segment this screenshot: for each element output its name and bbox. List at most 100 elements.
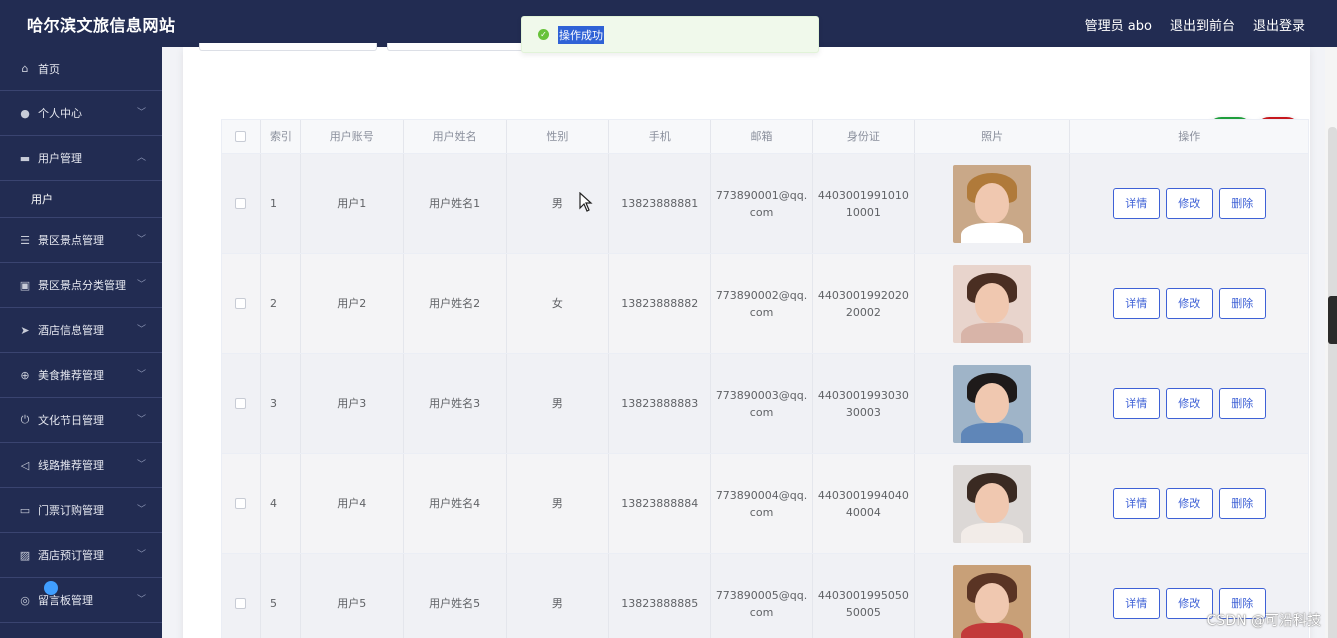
cell-phone: 13823888884 (609, 454, 712, 553)
cell-id-card: 440300199505050005 (813, 554, 915, 638)
sidebar-item-home[interactable]: ⌂ 首页 (0, 47, 162, 91)
row-checkbox-cell (222, 454, 261, 553)
detail-button[interactable]: 详情 (1112, 488, 1160, 519)
cell-index: 5 (261, 554, 301, 638)
delete-button[interactable]: 删除 (1218, 288, 1266, 319)
edit-button[interactable]: 修改 (1165, 488, 1213, 519)
main-content: + 🗑 索引 用户账号 用户姓名 性别 手机 邮箱 身份证 照片 操作 1 (162, 43, 1325, 638)
power-icon: ⏻ (20, 413, 30, 426)
row-checkbox-cell (222, 154, 261, 253)
sidebar-item-scenic-categories[interactable]: ▣ 景区景点分类管理 ﹀ (0, 263, 162, 308)
side-drawer-handle[interactable] (1328, 296, 1337, 344)
detail-button[interactable]: 详情 (1112, 588, 1160, 619)
sidebar-item-label: 景区景点分类管理 (38, 279, 126, 292)
detail-button[interactable]: 详情 (1112, 388, 1160, 419)
table-header-row: 索引 用户账号 用户姓名 性别 手机 邮箱 身份证 照片 操作 (222, 120, 1308, 154)
send-icon: ➤ (20, 323, 30, 337)
select-all-checkbox[interactable] (235, 131, 247, 142)
cell-name: 用户姓名2 (404, 254, 507, 353)
delete-button[interactable]: 删除 (1218, 388, 1266, 419)
user-photo (953, 564, 1032, 638)
detail-button[interactable]: 详情 (1112, 288, 1160, 319)
edit-button[interactable]: 修改 (1165, 188, 1213, 219)
sidebar-item-label: 景区景点管理 (38, 234, 104, 247)
sidebar-item-user-management[interactable]: ▬ 用户管理 ︿ (0, 136, 162, 181)
chevron-down-icon: ﹀ (136, 460, 146, 470)
success-toast: ✓ 操作成功 (521, 16, 819, 53)
row-checkbox-cell (222, 554, 261, 638)
user-photo (953, 164, 1032, 243)
row-checkbox[interactable] (235, 598, 247, 609)
picture-icon: ▨ (19, 548, 31, 562)
row-checkbox-cell (222, 254, 261, 353)
sidebar: ⌂ 首页 ● 个人中心 ﹀ ▬ 用户管理 ︿ 用户 ☰ 景区景点管理 ﹀ ▣ 景… (0, 47, 162, 638)
chevron-down-icon: ﹀ (136, 235, 146, 245)
edit-button[interactable]: 修改 (1165, 388, 1213, 419)
sidebar-item-food[interactable]: ⊕ 美食推荐管理 ﹀ (0, 353, 162, 398)
sidebar-item-label: 美食推荐管理 (38, 369, 104, 382)
cell-actions: 详情 修改 删除 (1070, 354, 1308, 453)
cell-index: 4 (261, 454, 301, 553)
delete-button[interactable]: 删除 (1218, 488, 1266, 519)
sidebar-item-messages[interactable]: ◎ 留言板管理 ﹀ (0, 578, 162, 623)
sidebar-item-festivals[interactable]: ⏻ 文化节日管理 ﹀ (0, 398, 162, 443)
sidebar-item-label: 线路推荐管理 (38, 459, 104, 472)
toast-message: 操作成功 (558, 25, 604, 44)
cell-account: 用户2 (301, 254, 404, 353)
chevron-down-icon: ﹀ (136, 415, 146, 425)
select-all-cell (222, 120, 261, 153)
logout-link[interactable]: 退出登录 (1253, 15, 1305, 34)
table-row: 5 用户5 用户姓名5 男 13823888885 773890005@qq.c… (222, 554, 1308, 638)
cell-account: 用户3 (301, 354, 404, 453)
chevron-down-icon: ﹀ (136, 595, 146, 605)
cell-id-card: 440300199202020002 (813, 254, 915, 353)
list-icon: ☰ (20, 233, 30, 247)
delete-button[interactable]: 删除 (1218, 188, 1266, 219)
cell-index: 2 (261, 254, 301, 353)
sidebar-item-profile[interactable]: ● 个人中心 ﹀ (0, 91, 162, 136)
cell-email: 773890002@qq.com (711, 254, 813, 353)
scrollbar-thumb[interactable] (1328, 127, 1337, 638)
clipboard-icon: ▣ (19, 278, 31, 292)
cell-photo (915, 554, 1071, 638)
cell-email: 773890003@qq.com (711, 354, 813, 453)
monitor-icon: ▭ (19, 503, 31, 517)
cell-phone: 13823888883 (609, 354, 712, 453)
admin-name[interactable]: 管理员 abo (1085, 15, 1152, 34)
row-checkbox[interactable] (235, 398, 247, 409)
site-title: 哈尔滨文旅信息网站 (27, 16, 176, 35)
sidebar-item-routes[interactable]: ◁ 线路推荐管理 ﹀ (0, 443, 162, 488)
user-photo (953, 464, 1032, 543)
row-checkbox[interactable] (235, 198, 247, 209)
edit-button[interactable]: 修改 (1165, 288, 1213, 319)
table-row: 4 用户4 用户姓名4 男 13823888884 773890004@qq.c… (222, 454, 1308, 554)
cell-actions: 详情 修改 删除 (1070, 254, 1308, 353)
cell-actions: 详情 修改 删除 (1070, 154, 1308, 253)
header-name: 用户姓名 (404, 120, 507, 153)
sidebar-item-label: 首页 (38, 62, 60, 76)
users-table: 索引 用户账号 用户姓名 性别 手机 邮箱 身份证 照片 操作 1 用户1 用户… (221, 119, 1309, 638)
sidebar-item-label: 用户管理 (38, 152, 82, 165)
row-checkbox[interactable] (235, 298, 247, 309)
sidebar-item-hotel-bookings[interactable]: ▨ 酒店预订管理 ﹀ (0, 533, 162, 578)
compass-icon: ⊕ (20, 368, 30, 382)
cell-gender: 男 (507, 354, 610, 453)
top-right-links: 管理员 abo 退出到前台 退出登录 (1085, 15, 1305, 34)
sidebar-item-scenic-spots[interactable]: ☰ 景区景点管理 ﹀ (0, 218, 162, 263)
row-checkbox-cell (222, 354, 261, 453)
cell-name: 用户姓名3 (404, 354, 507, 453)
search-field-edge[interactable] (199, 43, 377, 51)
header-account: 用户账号 (301, 120, 404, 153)
cell-actions: 详情 修改 删除 (1070, 454, 1308, 553)
sidebar-item-label: 留言板管理 (38, 594, 93, 607)
back-to-front-link[interactable]: 退出到前台 (1170, 15, 1235, 34)
content-card: + 🗑 索引 用户账号 用户姓名 性别 手机 邮箱 身份证 照片 操作 1 (183, 43, 1310, 638)
sidebar-subitem-users[interactable]: 用户 (0, 181, 162, 218)
row-checkbox[interactable] (235, 498, 247, 509)
sidebar-item-hotels[interactable]: ➤ 酒店信息管理 ﹀ (0, 308, 162, 353)
header-gender: 性别 (507, 120, 610, 153)
cell-phone: 13823888881 (609, 154, 712, 253)
detail-button[interactable]: 详情 (1112, 188, 1160, 219)
sidebar-item-tickets[interactable]: ▭ 门票订购管理 ﹀ (0, 488, 162, 533)
cell-id-card: 440300199404040004 (813, 454, 915, 553)
